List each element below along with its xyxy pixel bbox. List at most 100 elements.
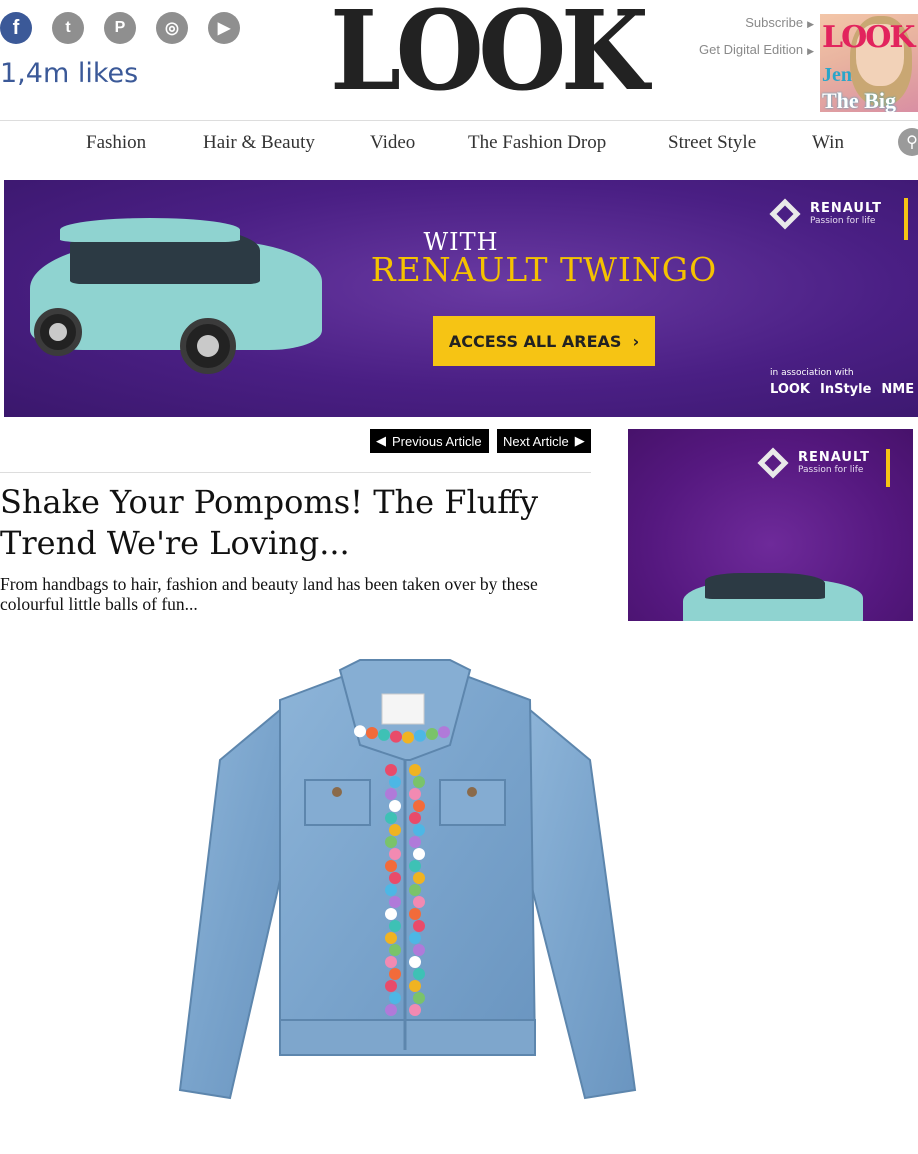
article-divider xyxy=(0,472,591,473)
pompom xyxy=(409,836,421,848)
pompom xyxy=(426,727,438,740)
renault-side-ad[interactable]: RENAULT Passion for life xyxy=(628,429,913,621)
pompom xyxy=(413,920,425,932)
pompom xyxy=(413,896,425,908)
car-image xyxy=(683,569,863,621)
pompom xyxy=(389,944,401,956)
pompom xyxy=(402,731,414,744)
previous-article-button[interactable]: ◀ Previous Article xyxy=(370,429,489,453)
site-logo[interactable]: LOOK xyxy=(330,0,649,106)
pompom xyxy=(389,776,401,788)
next-article-button[interactable]: Next Article ▶ xyxy=(497,429,591,453)
twitter-icon[interactable]: t xyxy=(52,12,84,44)
subscribe-link[interactable]: Subscribe ▶ xyxy=(699,10,814,37)
denim-jacket-illustration xyxy=(178,659,637,1100)
pompom xyxy=(354,725,366,738)
pompom xyxy=(413,968,425,980)
pompom xyxy=(409,1004,421,1016)
article-title: Shake Your Pompoms! The Fluffy Trend We'… xyxy=(0,483,539,562)
renault-tagline: Passion for life xyxy=(798,465,864,475)
banner-headline: RENAULT TWINGO xyxy=(370,250,718,289)
facebook-icon[interactable]: f xyxy=(0,12,32,44)
pompom xyxy=(409,932,421,944)
pompom xyxy=(385,932,397,944)
renault-diamond-icon xyxy=(769,198,801,230)
chevron-right-icon: ▶ xyxy=(807,46,814,56)
partner-instyle: InStyle xyxy=(820,382,872,397)
article-image-denim-jacket xyxy=(160,650,650,1110)
pompom xyxy=(413,824,425,836)
accent-bar xyxy=(904,198,908,240)
pompom xyxy=(413,992,425,1004)
pompom xyxy=(413,800,425,812)
pompom xyxy=(385,788,397,800)
main-nav: Fashion Hair & Beauty Video The Fashion … xyxy=(0,128,918,162)
pompom xyxy=(389,968,401,980)
pompom xyxy=(385,860,397,872)
pompom xyxy=(389,920,401,932)
partner-look: LOOK xyxy=(770,382,810,397)
arrow-right-icon: ▶ xyxy=(574,433,585,448)
nav-win[interactable]: Win xyxy=(812,132,844,154)
pompom xyxy=(438,726,450,739)
pompom xyxy=(409,764,421,776)
instagram-icon[interactable]: ◎ xyxy=(156,12,188,44)
pompom xyxy=(385,764,397,776)
search-icon[interactable]: ⚲ xyxy=(898,128,918,156)
renault-diamond-icon xyxy=(757,447,789,479)
cover-logo: LOOK xyxy=(822,20,915,55)
access-all-areas-button[interactable]: ACCESS ALL AREAS › xyxy=(433,316,655,366)
digital-edition-link[interactable]: Get Digital Edition ▶ xyxy=(699,37,814,64)
pompom xyxy=(409,788,421,800)
pompom xyxy=(409,956,421,968)
pompom xyxy=(385,1004,397,1016)
pompom xyxy=(378,728,390,741)
nav-fashion-drop[interactable]: The Fashion Drop xyxy=(468,132,606,154)
pompom xyxy=(385,836,397,848)
pompom xyxy=(385,908,397,920)
pompom xyxy=(366,727,378,740)
pompom xyxy=(390,730,402,743)
partner-logos: LOOK InStyle NME xyxy=(770,382,914,397)
chevron-right-icon: › xyxy=(632,331,640,351)
nav-fashion[interactable]: Fashion xyxy=(86,132,146,154)
pompom xyxy=(413,944,425,956)
pompom xyxy=(385,812,397,824)
renault-logo: RENAULT Passion for life xyxy=(757,447,870,479)
pompom xyxy=(385,980,397,992)
nav-street-style[interactable]: Street Style xyxy=(668,132,756,154)
pompom xyxy=(385,884,397,896)
pompom xyxy=(385,956,397,968)
article-intro: From handbags to hair, fashion and beaut… xyxy=(0,574,538,614)
facebook-likes-count[interactable]: 1,4m likes xyxy=(0,58,138,89)
subscribe-links: Subscribe ▶ Get Digital Edition ▶ xyxy=(699,10,814,64)
magazine-cover[interactable]: LOOK Jen The Big 100 xyxy=(820,14,918,112)
nav-video[interactable]: Video xyxy=(370,132,415,154)
pompom xyxy=(409,860,421,872)
renault-logo: RENAULT Passion for life xyxy=(769,198,882,230)
pompom xyxy=(413,776,425,788)
pompom xyxy=(389,848,401,860)
pinterest-icon[interactable]: P xyxy=(104,12,136,44)
renault-brand: RENAULT xyxy=(810,201,882,216)
renault-banner-ad[interactable]: WITH RENAULT TWINGO ACCESS ALL AREAS › R… xyxy=(4,180,918,417)
pompom xyxy=(413,848,425,860)
social-icons: f t P ◎ ▶ xyxy=(0,12,240,44)
pompom xyxy=(409,980,421,992)
cover-headline: Jen xyxy=(822,64,852,86)
pompom xyxy=(389,896,401,908)
youtube-icon[interactable]: ▶ xyxy=(208,12,240,44)
arrow-left-icon: ◀ xyxy=(376,433,386,448)
pompom xyxy=(409,884,421,896)
pompom xyxy=(409,812,421,824)
pompom xyxy=(389,824,401,836)
association-text: in association with xyxy=(770,368,854,378)
partner-nme: NME xyxy=(881,382,915,397)
cover-footer: The Big 100 xyxy=(822,88,896,112)
pompom xyxy=(389,872,401,884)
pompom xyxy=(413,872,425,884)
header-divider xyxy=(0,120,918,121)
renault-brand: RENAULT xyxy=(798,450,870,465)
accent-bar xyxy=(886,449,890,487)
nav-hair-beauty[interactable]: Hair & Beauty xyxy=(203,132,315,154)
